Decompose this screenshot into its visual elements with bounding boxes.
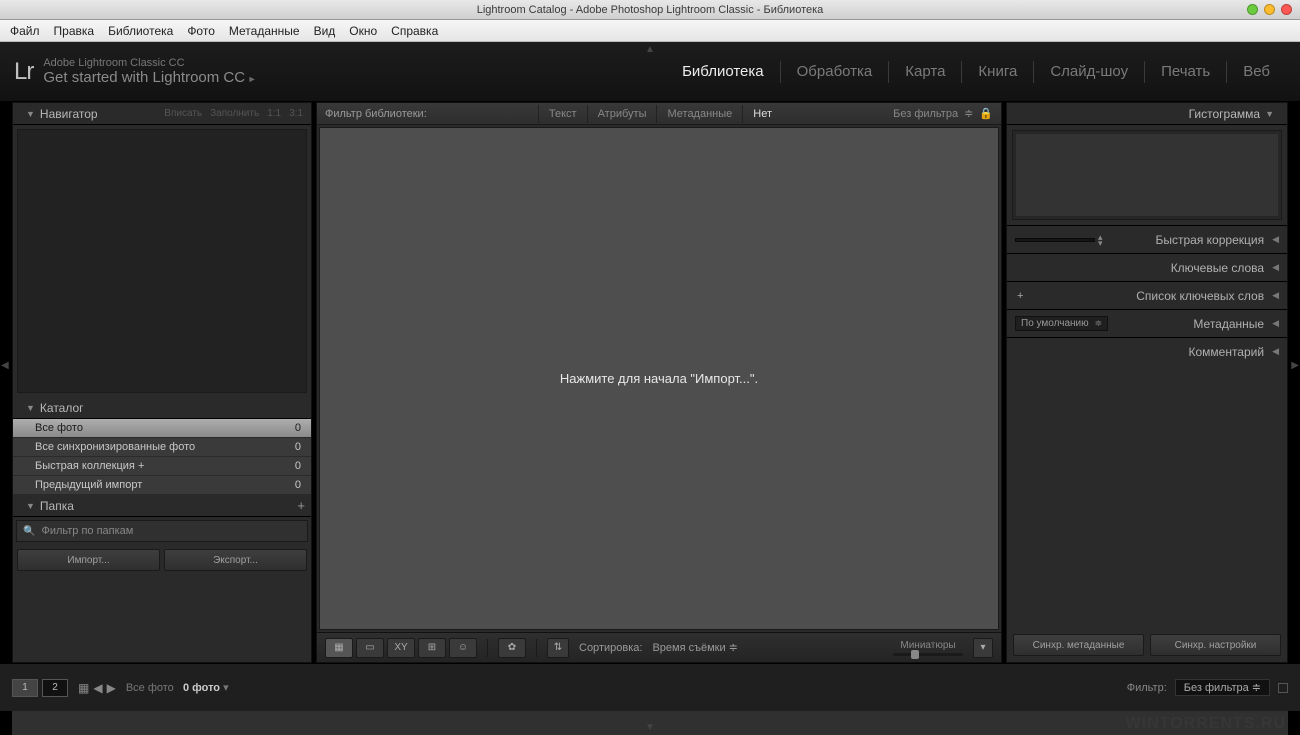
sort-label: Сортировка: — [579, 642, 642, 654]
menu-photo[interactable]: Фото — [187, 24, 215, 38]
add-keyword-icon[interactable]: + — [1017, 290, 1023, 302]
nav-fill[interactable]: Заполнить — [210, 108, 259, 119]
filter-attribute[interactable]: Атрибуты — [587, 105, 657, 123]
nav-back-icon[interactable]: ◀ — [93, 681, 102, 695]
histogram-header[interactable]: Гистограмма▼ — [1007, 103, 1287, 125]
fs-filter-switch[interactable] — [1278, 683, 1288, 693]
module-book[interactable]: Книга — [962, 63, 1033, 80]
close-icon[interactable] — [1281, 4, 1292, 15]
sort-value[interactable]: Время съёмки ≑ — [652, 641, 737, 654]
filter-label: Фильтр библиотеки: — [325, 108, 427, 120]
left-panel-group: ▼Навигатор Вписать Заполнить 1:1 3:1 ▼Ка… — [12, 102, 312, 663]
catalog-synced[interactable]: Все синхронизированные фото0 — [13, 438, 311, 457]
collapse-left-icon[interactable]: ◀ — [1, 360, 9, 371]
collapse-bottom-icon[interactable]: ▼ — [645, 722, 655, 733]
quick-develop-header[interactable]: ▴▾ Быстрая коррекция◀ — [1007, 225, 1287, 253]
quick-dev-slider[interactable]: ▴▾ — [1015, 234, 1103, 246]
nav-3to1[interactable]: 3:1 — [289, 108, 303, 119]
grid-view[interactable]: Нажмите для начала "Импорт...". — [319, 127, 999, 630]
comments-header[interactable]: Комментарий◀ — [1007, 337, 1287, 365]
menu-help[interactable]: Справка — [391, 24, 438, 38]
export-button[interactable]: Экспорт... — [164, 549, 307, 571]
nav-fit[interactable]: Вписать — [164, 108, 202, 119]
collapse-top-icon[interactable]: ▲ — [645, 44, 655, 55]
filmstrip-breadcrumb[interactable]: Все фото 0 фото ▾ — [126, 681, 229, 694]
fs-filter-label: Фильтр: — [1127, 682, 1167, 694]
screen-1-tab[interactable]: 1 — [12, 679, 38, 697]
menu-view[interactable]: Вид — [314, 24, 336, 38]
filter-text[interactable]: Текст — [538, 105, 587, 123]
brand-block: Lr Adobe Lightroom Classic CC Get starte… — [14, 57, 257, 86]
filter-preset[interactable]: Без фильтра — [893, 108, 958, 120]
nav-1to1[interactable]: 1:1 — [267, 108, 281, 119]
module-map[interactable]: Карта — [889, 63, 961, 80]
keyword-list-header[interactable]: + Список ключевых слов◀ — [1007, 281, 1287, 309]
right-panel-group: Гистограмма▼ ▴▾ Быстрая коррекция◀ Ключе… — [1006, 102, 1288, 663]
collapse-right-icon[interactable]: ▶ — [1291, 360, 1299, 371]
catalog-list: Все фото0 Все синхронизированные фото0 Б… — [13, 419, 311, 495]
menu-edit[interactable]: Правка — [54, 24, 95, 38]
layout-grid-icon[interactable]: ▦ — [78, 681, 89, 695]
compare-view-icon[interactable]: XY — [387, 638, 415, 658]
filter-metadata[interactable]: Метаданные — [656, 105, 742, 123]
module-web[interactable]: Веб — [1227, 63, 1286, 80]
center-toolbar: ▦ ▭ XY ⊞ ☺ ✿ ⇅ Сортировка: Время съёмки … — [317, 632, 1001, 662]
watermark: WINTORRENTS.RU — [1126, 715, 1286, 733]
people-view-icon[interactable]: ☺ — [449, 638, 477, 658]
toolbar-menu-icon[interactable]: ▾ — [973, 638, 993, 658]
window-titlebar: Lightroom Catalog - Adobe Photoshop Ligh… — [0, 0, 1300, 20]
window-controls — [1247, 4, 1292, 15]
metadata-preset-select[interactable]: По умолчанию — [1015, 316, 1108, 331]
lock-icon[interactable]: 🔒 — [979, 107, 993, 120]
fs-filter-select[interactable]: Без фильтра ≑ — [1175, 679, 1270, 696]
import-prompt: Нажмите для начала "Импорт...". — [560, 371, 758, 386]
catalog-header[interactable]: ▼Каталог — [13, 397, 311, 419]
window-title: Lightroom Catalog - Adobe Photoshop Ligh… — [477, 4, 824, 16]
grid-view-icon[interactable]: ▦ — [325, 638, 353, 658]
menu-window[interactable]: Окно — [349, 24, 377, 38]
folder-filter-input[interactable]: 🔍 Фильтр по папкам — [16, 520, 308, 542]
catalog-all-photos[interactable]: Все фото0 — [13, 419, 311, 438]
module-library[interactable]: Библиотека — [666, 63, 780, 80]
minimize-icon[interactable] — [1247, 4, 1258, 15]
brand-line2[interactable]: Get started with Lightroom CC — [43, 69, 256, 86]
folders-header[interactable]: ▼Папка + — [13, 495, 311, 517]
catalog-prev-import[interactable]: Предыдущий импорт0 — [13, 476, 311, 495]
navigator-header[interactable]: ▼Навигатор Вписать Заполнить 1:1 3:1 — [13, 103, 311, 125]
add-folder-icon[interactable]: + — [297, 498, 305, 513]
import-button[interactable]: Импорт... — [17, 549, 160, 571]
painter-icon[interactable]: ✿ — [498, 638, 526, 658]
nav-forward-icon[interactable]: ▶ — [107, 681, 116, 695]
brand-line1: Adobe Lightroom Classic CC — [43, 57, 256, 69]
catalog-quick-collection[interactable]: Быстрая коллекция +0 — [13, 457, 311, 476]
menubar: Файл Правка Библиотека Фото Метаданные В… — [0, 20, 1300, 42]
menu-file[interactable]: Файл — [10, 24, 40, 38]
filter-none[interactable]: Нет — [742, 105, 782, 123]
filmstrip-bar: 1 2 ▦ ◀ ▶ Все фото 0 фото ▾ Фильтр: Без … — [0, 663, 1300, 711]
menu-metadata[interactable]: Метаданные — [229, 24, 300, 38]
metadata-header[interactable]: По умолчанию Метаданные◀ — [1007, 309, 1287, 337]
module-print[interactable]: Печать — [1145, 63, 1226, 80]
navigator-preview — [17, 129, 307, 393]
sync-metadata-button[interactable]: Синхр. метаданные — [1013, 634, 1144, 656]
histogram-body — [1012, 130, 1282, 220]
module-develop[interactable]: Обработка — [781, 63, 889, 80]
sort-direction-icon[interactable]: ⇅ — [547, 638, 569, 658]
center-area: Фильтр библиотеки: Текст Атрибуты Метада… — [316, 102, 1002, 663]
loupe-view-icon[interactable]: ▭ — [356, 638, 384, 658]
lr-logo: Lr — [14, 58, 33, 86]
module-slideshow[interactable]: Слайд-шоу — [1034, 63, 1144, 80]
thumbnail-size-slider[interactable]: Миниатюры — [893, 640, 963, 656]
screen-2-tab[interactable]: 2 — [42, 679, 68, 697]
search-icon: 🔍 — [23, 526, 35, 537]
survey-view-icon[interactable]: ⊞ — [418, 638, 446, 658]
menu-library[interactable]: Библиотека — [108, 24, 173, 38]
maximize-icon[interactable] — [1264, 4, 1275, 15]
library-filter-bar: Фильтр библиотеки: Текст Атрибуты Метада… — [317, 103, 1001, 125]
module-picker: Библиотека Обработка Карта Книга Слайд-ш… — [666, 61, 1286, 83]
keywording-header[interactable]: Ключевые слова◀ — [1007, 253, 1287, 281]
sync-settings-button[interactable]: Синхр. настройки — [1150, 634, 1281, 656]
